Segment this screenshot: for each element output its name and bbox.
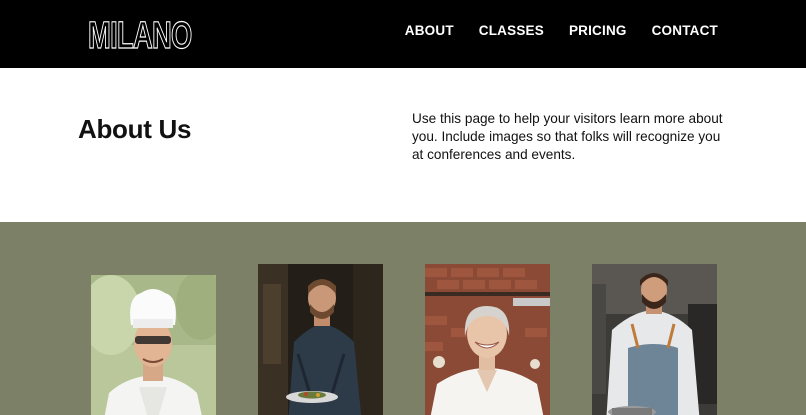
chef-photo-image	[91, 275, 216, 415]
nav-pricing[interactable]: PRICING	[569, 22, 627, 40]
intro-section: About Us Use this page to help your visi…	[0, 68, 806, 222]
intro-description: Use this page to help your visitors lear…	[412, 111, 723, 162]
site-logo[interactable]: MILANO	[88, 16, 232, 56]
team-photo-server	[258, 264, 383, 415]
cook-photo-image	[592, 264, 717, 415]
team-photo-cook	[592, 264, 717, 415]
page-title: About Us	[78, 114, 192, 144]
woman-photo-image	[425, 264, 550, 415]
logo-text: MILANO	[88, 15, 193, 57]
nav-about[interactable]: ABOUT	[405, 22, 454, 40]
team-photo-woman	[425, 264, 550, 415]
server-photo-image	[258, 264, 383, 415]
main-nav: ABOUT CLASSES PRICING CONTACT	[405, 22, 718, 40]
site-header: MILANO ABOUT CLASSES PRICING CONTACT	[0, 0, 806, 68]
team-photo-chef	[91, 275, 216, 415]
nav-classes[interactable]: CLASSES	[479, 22, 544, 40]
nav-contact[interactable]: CONTACT	[652, 22, 718, 40]
team-section	[0, 222, 806, 415]
